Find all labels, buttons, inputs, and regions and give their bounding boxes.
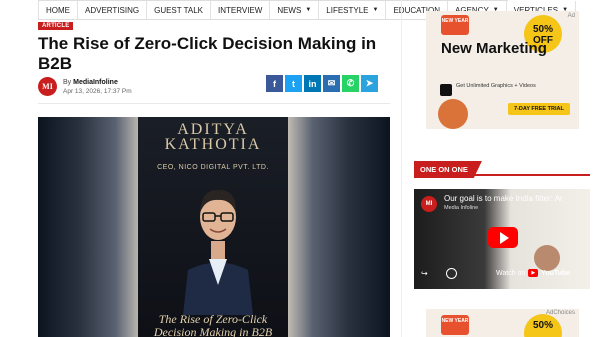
- share-video-icon[interactable]: ↪: [421, 269, 428, 278]
- free-trial-button[interactable]: 7-DAY FREE TRIAL: [508, 103, 570, 115]
- chevron-down-icon: ▼: [305, 6, 312, 13]
- new-year-badge: NEW YEAR: [441, 15, 469, 35]
- nav-item-label: NEWS: [277, 5, 302, 15]
- nav-item-label: HOME: [46, 5, 70, 15]
- nav-item-guest-talk[interactable]: GUEST TALK: [147, 1, 211, 19]
- telegram-icon[interactable]: ➤: [361, 75, 378, 92]
- youtube-label: YouTube: [541, 269, 571, 277]
- twitter-icon[interactable]: t: [285, 75, 302, 92]
- byline-prefix: By: [63, 79, 72, 86]
- article-badge[interactable]: ARTICLE: [38, 22, 74, 30]
- portrait-illustration: [183, 189, 253, 315]
- device-icon: [440, 84, 452, 96]
- watch-later-icon[interactable]: [446, 268, 457, 279]
- nav-item-label: INTERVIEW: [218, 5, 263, 15]
- author-name[interactable]: MediaInfoline: [73, 79, 118, 86]
- ad-mark[interactable]: Ad: [568, 13, 575, 19]
- new-year-badge-2: NEW YEAR: [441, 315, 469, 335]
- hero-headline: The Rise of Zero-Click Decision Making i…: [153, 312, 273, 337]
- whatsapp-icon[interactable]: ✆: [342, 75, 359, 92]
- divider: [38, 103, 390, 104]
- nav-item-label: LIFESTYLE: [326, 5, 369, 15]
- play-button[interactable]: [488, 227, 518, 248]
- nav-item-interview[interactable]: INTERVIEW: [211, 1, 271, 19]
- chevron-down-icon: ▼: [372, 6, 379, 13]
- section-title: ONE ON ONE: [414, 161, 482, 178]
- hero-image: ADITYA KATHOTIA CEO, NICO DIGITAL PVT. L…: [38, 117, 390, 337]
- nav-item-advertising[interactable]: ADVERTISING: [78, 1, 148, 19]
- nav-item-home[interactable]: HOME: [38, 1, 78, 19]
- video-embed[interactable]: MI Our goal is to make India fitter: Ar …: [414, 189, 590, 289]
- mascot-image: [438, 99, 468, 129]
- video-title[interactable]: Our goal is to make India fitter: Ar: [444, 194, 563, 203]
- column-divider: [401, 0, 402, 337]
- article-title: The Rise of Zero-Click Decision Making i…: [38, 34, 377, 73]
- discount-badge-2: 50%: [524, 314, 562, 337]
- share-bar: f t in ✉ ✆ ➤: [266, 75, 378, 92]
- watch-on-label: Watch on: [496, 269, 526, 277]
- channel-avatar[interactable]: MI: [421, 196, 437, 212]
- ad-headline: New Marketing: [441, 40, 547, 57]
- section-header-one-on-one: ONE ON ONE: [414, 159, 590, 178]
- video-channel[interactable]: Media Infoline: [444, 205, 478, 211]
- hero-person-name: ADITYA KATHOTIA: [164, 121, 262, 153]
- email-icon[interactable]: ✉: [323, 75, 340, 92]
- nav-item-news[interactable]: NEWS ▼: [270, 1, 320, 19]
- publish-date: Apr 13, 2026, 17:37 Pm: [63, 88, 132, 95]
- youtube-logo-icon: ▶: [528, 269, 539, 277]
- nav-item-label: ADVERTISING: [85, 5, 140, 15]
- facebook-icon[interactable]: f: [266, 75, 283, 92]
- nav-item-label: GUEST TALK: [154, 5, 203, 15]
- linkedin-icon[interactable]: in: [304, 75, 321, 92]
- thumbnail-person: [534, 245, 560, 271]
- watch-on-youtube[interactable]: Watch on ▶ YouTube: [496, 269, 570, 277]
- author-avatar[interactable]: MI: [38, 77, 57, 96]
- author-byline: By MediaInfoline: [63, 79, 118, 86]
- nav-item-lifestyle[interactable]: LIFESTYLE ▼: [319, 1, 387, 19]
- advertisement-banner[interactable]: Ad NEW YEAR 50% OFF New Marketing Get Un…: [426, 11, 579, 129]
- ad-copy: Get Unlimited Graphics + Videos: [456, 83, 536, 89]
- advertisement-banner-2[interactable]: AdChoices NEW YEAR 50%: [426, 309, 579, 337]
- hero-person-role: CEO, NICO DIGITAL PVT. LTD.: [157, 164, 269, 171]
- play-icon: [499, 231, 509, 244]
